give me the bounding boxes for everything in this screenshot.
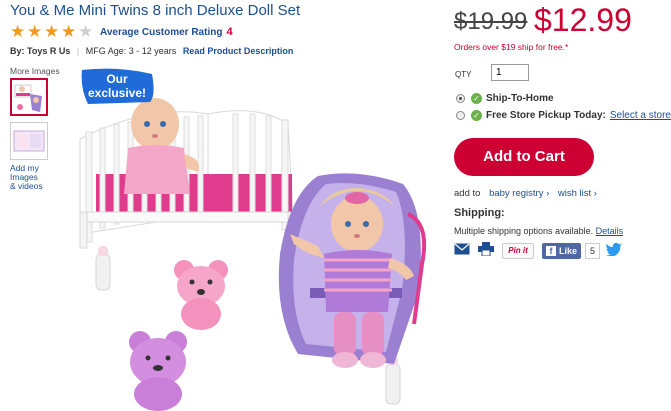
print-icon[interactable] xyxy=(478,241,494,261)
qty-input[interactable] xyxy=(491,64,529,81)
product-title: You & Me Mini Twins 8 inch Deluxe Doll S… xyxy=(10,2,301,19)
pink-bear-illustration xyxy=(174,260,228,330)
wish-list-link[interactable]: wish list › xyxy=(558,188,597,199)
add-media-line: & videos xyxy=(10,181,43,191)
store-pickup-label: Free Store Pickup Today: xyxy=(486,110,606,121)
brand-link[interactable]: Toys R Us xyxy=(27,46,70,56)
star-icon: ★ xyxy=(44,22,60,41)
thumbnail-1[interactable] xyxy=(10,78,48,116)
facebook-icon: f xyxy=(546,246,556,256)
ship-to-home-radio[interactable] xyxy=(456,94,465,103)
star-icon: ★ xyxy=(27,22,43,41)
exclusive-badge: Our exclusive! xyxy=(81,68,154,104)
facebook-like-count: 5 xyxy=(585,243,601,259)
product-image[interactable]: Our exclusive! xyxy=(58,64,440,411)
qty-label: QTY xyxy=(455,70,472,79)
email-icon[interactable] xyxy=(454,242,470,260)
star-empty-icon: ★ xyxy=(78,22,94,41)
by-prefix: By: xyxy=(10,46,25,56)
badge-line-2: exclusive! xyxy=(88,86,146,100)
baby-registry-link[interactable]: baby registry › xyxy=(489,188,549,199)
free-shipping-note: Orders over $19 ship for free.* xyxy=(454,42,569,52)
check-icon: ✓ xyxy=(471,110,482,121)
add-media-link[interactable]: Add my Images & videos xyxy=(10,164,43,191)
badge-line-1: Our xyxy=(106,72,128,86)
ship-to-home-label: Ship-To-Home xyxy=(486,93,554,104)
add-to-cart-button[interactable]: Add to Cart xyxy=(454,138,594,176)
rating-row[interactable]: ★ ★ ★ ★ ★ Average Customer Rating 4 xyxy=(10,22,233,41)
twitter-icon[interactable] xyxy=(606,242,623,261)
bouncer-seat-illustration xyxy=(278,173,427,368)
star-icon: ★ xyxy=(61,22,77,41)
star-icon: ★ xyxy=(10,22,26,41)
thumbnail-2[interactable] xyxy=(10,122,48,160)
thumbnail-box-icon xyxy=(13,130,45,152)
original-price: $19.99 xyxy=(454,8,528,35)
average-rating-value: 4 xyxy=(226,26,233,38)
add-to-row: add to baby registry › wish list › xyxy=(454,188,597,199)
purple-bear-illustration xyxy=(129,331,187,411)
crib-illustration xyxy=(79,98,296,249)
shipping-details-link[interactable]: Details xyxy=(596,226,624,236)
more-images-label: More Images xyxy=(10,66,60,76)
add-to-prefix: add to xyxy=(454,188,481,199)
ship-to-home-option[interactable]: ✓ Ship-To-Home xyxy=(456,93,554,104)
select-store-link[interactable]: Select a store xyxy=(610,110,671,121)
thumbnail-dolls-icon xyxy=(14,84,42,112)
sale-price: $12.99 xyxy=(534,2,632,38)
mfg-age: MFG Age: 3 - 12 years xyxy=(85,46,177,56)
shipping-note: Multiple shipping options available. Det… xyxy=(454,226,623,236)
read-description-link[interactable]: Read Product Description xyxy=(183,46,294,56)
shipping-heading: Shipping: xyxy=(454,207,505,219)
facebook-like-button[interactable]: f Like 5 xyxy=(542,243,601,259)
store-pickup-radio[interactable] xyxy=(456,111,465,120)
star-rating[interactable]: ★ ★ ★ ★ ★ xyxy=(10,22,95,41)
byline: By: Toys R Us | MFG Age: 3 - 12 years Re… xyxy=(10,46,293,56)
store-pickup-option[interactable]: ✓ Free Store Pickup Today: Select a stor… xyxy=(456,110,671,121)
divider: | xyxy=(76,46,80,56)
pinterest-button[interactable]: Pin it xyxy=(502,243,534,259)
share-row: Pin it f Like 5 xyxy=(454,241,630,261)
facebook-like-label: Like xyxy=(559,246,578,256)
average-rating-link[interactable]: Average Customer Rating xyxy=(100,27,222,38)
facebook-like[interactable]: f Like xyxy=(542,243,582,259)
shipping-note-text: Multiple shipping options available. xyxy=(454,226,594,236)
check-icon: ✓ xyxy=(471,93,482,104)
